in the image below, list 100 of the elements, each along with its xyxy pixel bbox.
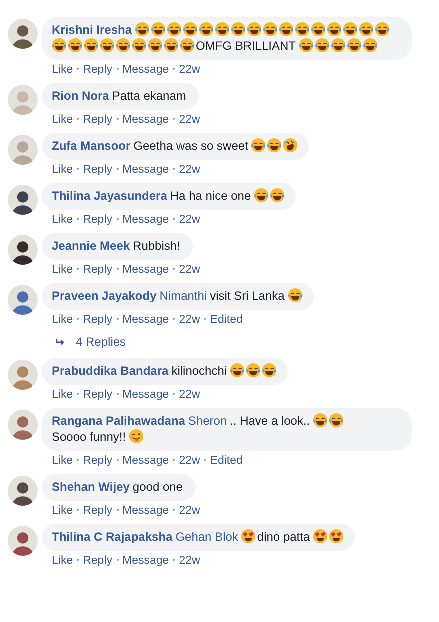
avatar-silhouette[interactable] <box>8 185 38 215</box>
author-name[interactable]: Prabuddika Bandara <box>52 364 169 378</box>
action-link[interactable]: Like <box>52 164 74 176</box>
laughing-face-icon <box>279 22 294 37</box>
comment-text: Patta ekanam <box>112 89 186 103</box>
heart-eyes-face-icon <box>241 529 256 544</box>
mention-link[interactable]: Nimanthi <box>160 289 208 303</box>
laughing-face-icon <box>215 22 230 37</box>
mention-link[interactable]: Sheron <box>188 414 228 428</box>
laughing-face-icon <box>167 22 182 37</box>
reply-arrow-icon <box>55 338 66 346</box>
action-link[interactable]: 22w <box>179 264 200 276</box>
action-link[interactable]: Message <box>122 455 170 467</box>
action-link[interactable]: Like <box>52 505 74 517</box>
laughing-face-icon <box>375 22 390 37</box>
comment-text: good one <box>132 480 183 494</box>
laughing-face-icon <box>247 22 262 37</box>
action-link[interactable]: Reply <box>83 505 113 517</box>
action-link[interactable]: Like <box>52 389 74 401</box>
laughing-face-icon <box>295 22 310 37</box>
heart-eyes-face-icon <box>329 529 344 544</box>
laughing-face-icon <box>135 22 150 37</box>
laughing-face-icon <box>180 38 195 53</box>
laughing-face-icon <box>116 38 131 53</box>
laughing-face-icon <box>230 363 246 378</box>
action-link[interactable]: 22w <box>179 214 200 226</box>
action-link[interactable]: Message <box>122 264 170 276</box>
laughing-face-icon <box>267 138 282 153</box>
laughing-face-icon <box>148 38 163 53</box>
action-link[interactable]: Message <box>122 505 170 517</box>
heart-eyes-face-icon <box>313 529 328 544</box>
laughing-face-icon <box>254 188 270 203</box>
action-link[interactable]: 22w <box>179 455 200 467</box>
laughing-face-icon <box>246 363 262 378</box>
comment-text: kilinochchi <box>172 364 228 378</box>
comment-text: Geetha was so sweet <box>134 139 248 153</box>
action-link[interactable]: Message <box>122 214 170 226</box>
laughing-face-icon <box>231 22 246 37</box>
action-link[interactable]: 22w <box>179 164 200 176</box>
laughing-face-icon <box>100 38 115 53</box>
action-link[interactable]: Reply <box>83 64 113 76</box>
author-name[interactable]: Rion Nora <box>52 89 110 103</box>
action-link[interactable]: Reply <box>83 264 113 276</box>
action-link[interactable]: Edited <box>210 455 243 467</box>
action-link[interactable]: Reply <box>83 164 113 176</box>
avatar-silhouette[interactable] <box>8 235 38 265</box>
action-link[interactable]: 22w <box>179 314 200 326</box>
winking-tongue-face-icon <box>129 429 144 444</box>
action-link[interactable]: Message <box>122 314 170 326</box>
action-link[interactable]: Message <box>122 555 170 567</box>
action-link[interactable]: Like <box>52 314 74 326</box>
laughing-face-icon <box>52 38 67 53</box>
action-link[interactable]: Reply <box>83 389 113 401</box>
action-link[interactable]: Reply <box>83 314 113 326</box>
action-link[interactable]: Message <box>122 114 170 126</box>
action-link[interactable]: 22w <box>179 555 200 567</box>
laughing-face-icon <box>199 22 214 37</box>
action-link[interactable]: Like <box>52 114 74 126</box>
action-link[interactable]: Message <box>122 389 170 401</box>
laughing-face-icon <box>331 38 346 53</box>
action-link[interactable]: 22w <box>179 114 200 126</box>
laughing-face-icon <box>363 38 378 53</box>
laughing-face-icon <box>151 22 166 37</box>
action-link[interactable]: Reply <box>83 214 113 226</box>
laughing-face-icon <box>164 38 179 53</box>
action-link[interactable]: 22w <box>179 389 200 401</box>
author-name[interactable]: Rangana Palihawadana <box>52 414 186 428</box>
action-link[interactable]: 22w <box>179 505 200 517</box>
author-name[interactable]: Krishni Iresha <box>52 23 132 37</box>
avatar-silhouette[interactable] <box>8 526 38 556</box>
action-link[interactable]: Like <box>52 214 74 226</box>
author-name[interactable]: Thilina Jayasundera <box>52 189 168 203</box>
action-link[interactable]: 22w <box>179 64 200 76</box>
replies-link[interactable]: 4 Replies <box>76 335 126 349</box>
author-name[interactable]: Jeannie Meek <box>52 239 130 253</box>
action-link[interactable]: Reply <box>83 455 113 467</box>
laughing-face-icon <box>263 22 278 37</box>
comment-text: Rubbish! <box>133 239 180 253</box>
action-link[interactable]: Reply <box>83 114 113 126</box>
mention-link[interactable]: Gehan Blok <box>176 530 238 544</box>
action-link[interactable]: Edited <box>210 314 243 326</box>
action-link[interactable]: Like <box>52 264 74 276</box>
action-link[interactable]: Like <box>52 455 74 467</box>
avatar-silhouette[interactable] <box>8 19 38 49</box>
action-link[interactable]: Like <box>52 64 74 76</box>
action-link[interactable]: Message <box>122 164 170 176</box>
author-name[interactable]: Thilina C Rajapaksha <box>52 530 173 544</box>
action-link[interactable]: Like <box>52 555 74 567</box>
comment-text: Ha ha nice one <box>170 189 252 203</box>
action-link[interactable]: Reply <box>83 555 113 567</box>
avatar-silhouette[interactable] <box>8 476 38 506</box>
laughing-face-icon <box>347 38 362 53</box>
author-name[interactable]: Shehan Wijey <box>52 480 130 494</box>
comment-text: dino patta <box>257 530 310 544</box>
laughing-face-icon <box>313 413 328 428</box>
author-name[interactable]: Zufa Mansoor <box>52 139 131 153</box>
author-name[interactable]: Praveen Jayakody <box>52 289 157 303</box>
action-link[interactable]: Message <box>122 64 170 76</box>
laughing-face-icon <box>359 22 374 37</box>
laughing-face-icon <box>270 188 286 203</box>
